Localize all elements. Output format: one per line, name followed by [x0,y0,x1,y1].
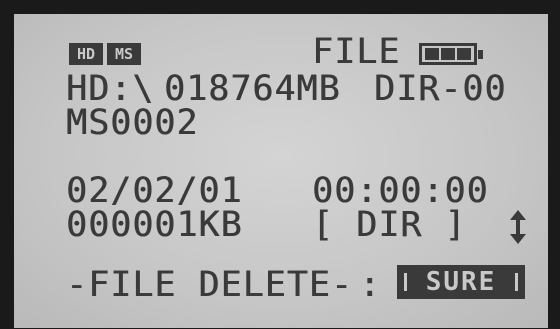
up-down-arrow-icon[interactable] [508,209,528,245]
separator-colon: : [359,265,382,305]
battery-cap [478,50,483,59]
file-size: 000001KB [66,205,243,245]
hd-badge: HD [69,43,103,65]
battery-cell [425,48,439,60]
file-time: 00:00:00 [312,171,489,211]
dir-index: DIR-00 [374,69,507,109]
file-type: [ DIR ] [312,205,467,245]
sure-button[interactable]: SURE [397,265,525,299]
lcd-screen: HD MS FILE HD:\ 018764MB DIR-00 MS0002 0… [14,14,548,328]
battery-cell [457,48,471,60]
ms-badge: MS [107,43,141,65]
battery-icon [419,43,483,65]
file-date: 02/02/01 [66,171,243,211]
screen-title: FILE [312,32,401,72]
folder-name: MS0002 [66,103,199,143]
file-delete-label: -FILE DELETE- [66,265,353,305]
battery-cell [441,48,455,60]
drive-path: HD:\ [66,69,155,109]
free-space: 018764MB [164,69,341,109]
